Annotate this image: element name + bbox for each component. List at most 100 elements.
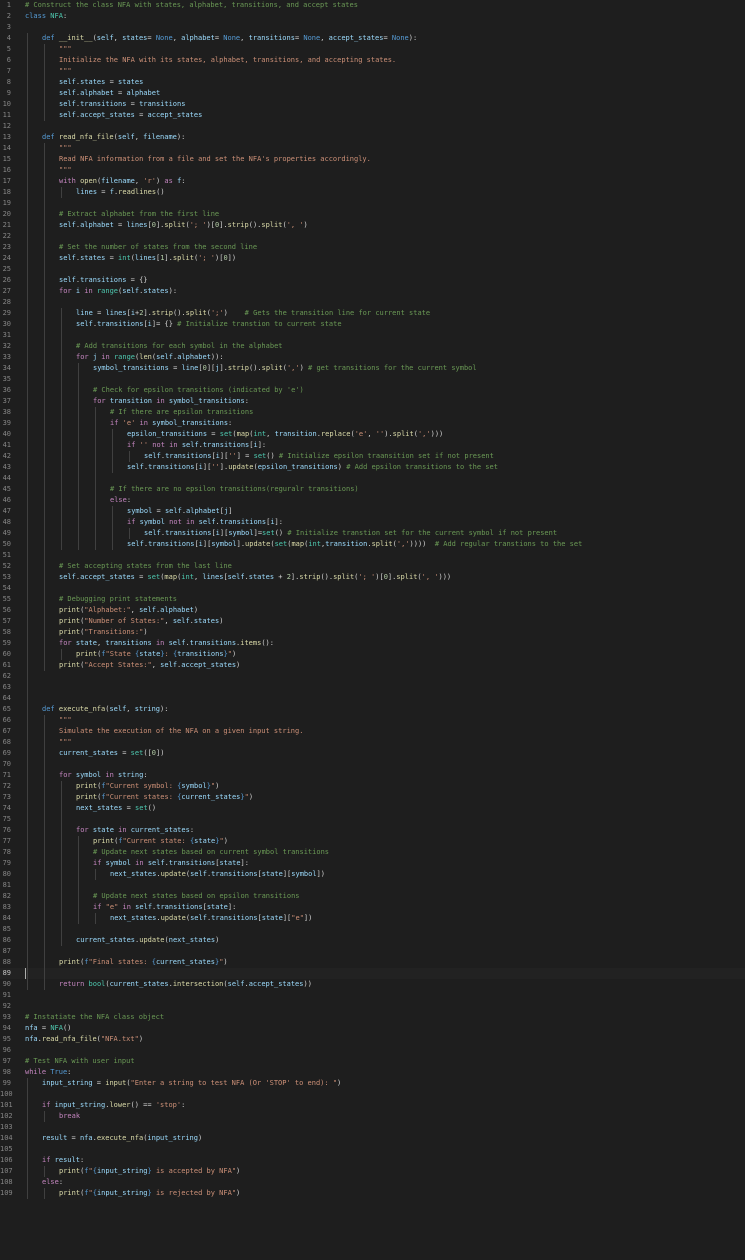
code-line[interactable]: 59 for state, transitions in self.transit…: [0, 638, 745, 649]
code-line[interactable]: 51: [0, 550, 745, 561]
code-line[interactable]: 29 line = lines[i+2].strip().split(';') #…: [0, 308, 745, 319]
code-text[interactable]: if 'e' in symbol_transitions:: [110, 418, 232, 429]
code-line[interactable]: 38 # If there are epsilon transitions: [0, 407, 745, 418]
code-text[interactable]: result = nfa.execute_nfa(input_string): [42, 1133, 202, 1144]
code-line[interactable]: 86 current_states.update(next_states): [0, 935, 745, 946]
code-text[interactable]: symbol_transitions = line[0][j].strip().…: [93, 363, 477, 374]
code-text[interactable]: self.transitions[i][''] = set() # Initia…: [144, 451, 494, 462]
code-line[interactable]: 26 self.transitions = {}: [0, 275, 745, 286]
code-line[interactable]: 63: [0, 682, 745, 693]
code-text[interactable]: nfa.read_nfa_file("NFA.txt"): [25, 1034, 143, 1045]
code-line[interactable]: 21 self.alphabet = lines[0].split('; ')[0…: [0, 220, 745, 231]
code-text[interactable]: print("Transitions:"): [59, 627, 148, 638]
code-text[interactable]: self.alphabet = alphabet: [59, 88, 160, 99]
code-line[interactable]: 62: [0, 671, 745, 682]
code-text[interactable]: input_string = input("Enter a string to …: [42, 1078, 341, 1089]
code-line[interactable]: 60 print(f"State {state}: {transitions}"): [0, 649, 745, 660]
code-text[interactable]: current_states = set([0]): [59, 748, 164, 759]
code-text[interactable]: for transition in symbol_transitions:: [93, 396, 249, 407]
code-text[interactable]: # Test NFA with user input: [25, 1056, 135, 1067]
code-text[interactable]: self.alphabet = lines[0].split('; ')[0].…: [59, 220, 308, 231]
code-line[interactable]: 44: [0, 473, 745, 484]
code-line[interactable]: 88 print(f"Final states: {current_states}…: [0, 957, 745, 968]
code-line[interactable]: 101 if input_string.lower() == 'stop':: [0, 1100, 745, 1111]
code-line[interactable]: 7 """: [0, 66, 745, 77]
code-line[interactable]: 95 nfa.read_nfa_file("NFA.txt"): [0, 1034, 745, 1045]
code-text[interactable]: print(f"State {state}: {transitions}"): [76, 649, 236, 660]
code-text[interactable]: line = lines[i+2].strip().split(';') # G…: [76, 308, 430, 319]
code-line[interactable]: 89: [0, 968, 745, 979]
code-line[interactable]: 5 """: [0, 44, 745, 55]
code-line[interactable]: 105: [0, 1144, 745, 1155]
code-line[interactable]: 22: [0, 231, 745, 242]
code-text[interactable]: # Extract alphabet from the first line: [59, 209, 219, 220]
code-line[interactable]: 68 """: [0, 737, 745, 748]
code-text[interactable]: next_states.update(self.transitions[stat…: [110, 913, 312, 924]
code-text[interactable]: for state in current_states:: [76, 825, 194, 836]
code-line[interactable]: 58 print("Transitions:"): [0, 627, 745, 638]
code-line[interactable]: 4 def __init__(self, states= None, alphab…: [0, 33, 745, 44]
code-line[interactable]: 57 print("Number of States:", self.states…: [0, 616, 745, 627]
code-text[interactable]: next_states.update(self.transitions[stat…: [110, 869, 325, 880]
code-line[interactable]: 109 print(f"{input_string} is rejected by…: [0, 1188, 745, 1199]
code-text[interactable]: self.accept_states = set(map(int, lines[…: [59, 572, 451, 583]
code-text[interactable]: print("Alphabet:", self.alphabet): [59, 605, 198, 616]
code-text[interactable]: """: [59, 143, 72, 154]
code-text[interactable]: next_states = set(): [76, 803, 156, 814]
code-text[interactable]: current_states.update(next_states): [76, 935, 219, 946]
code-line[interactable]: 74 next_states = set(): [0, 803, 745, 814]
code-line[interactable]: 9 self.alphabet = alphabet: [0, 88, 745, 99]
code-line[interactable]: 85: [0, 924, 745, 935]
code-line[interactable]: 69 current_states = set([0]): [0, 748, 745, 759]
code-line[interactable]: 87: [0, 946, 745, 957]
code-line[interactable]: 24 self.states = int(lines[1].split('; ')…: [0, 253, 745, 264]
code-text[interactable]: # If there are epsilon transitions: [110, 407, 253, 418]
code-line[interactable]: 81: [0, 880, 745, 891]
code-text[interactable]: for i in range(self.states):: [59, 286, 177, 297]
code-line[interactable]: 11 self.accept_states = accept_states: [0, 110, 745, 121]
code-text[interactable]: # Add transitions for each symbol in the…: [76, 341, 283, 352]
code-line[interactable]: 46 else:: [0, 495, 745, 506]
code-text[interactable]: Initialize the NFA with its states, alph…: [59, 55, 396, 66]
code-text[interactable]: # If there are no epsilon transitions(re…: [110, 484, 359, 495]
code-text[interactable]: self.transitions[i][''].update(epsilon_t…: [127, 462, 498, 473]
code-text[interactable]: """: [59, 715, 72, 726]
code-line[interactable]: 25: [0, 264, 745, 275]
code-text[interactable]: self.transitions[i][symbol].update(set(m…: [127, 539, 582, 550]
code-line[interactable]: 108 else:: [0, 1177, 745, 1188]
code-text[interactable]: self.states = states: [59, 77, 143, 88]
code-line[interactable]: 71 for symbol in string:: [0, 770, 745, 781]
code-line[interactable]: 90 return bool(current_states.intersectio…: [0, 979, 745, 990]
code-text[interactable]: if input_string.lower() == 'stop':: [42, 1100, 185, 1111]
code-line[interactable]: 82 # Update next states based on epsilon …: [0, 891, 745, 902]
code-line[interactable]: 80 next_states.update(self.transitions[st…: [0, 869, 745, 880]
code-line[interactable]: 1 # Construct the class NFA with states, …: [0, 0, 745, 11]
code-line[interactable]: 18 lines = f.readlines(): [0, 187, 745, 198]
code-text[interactable]: else:: [42, 1177, 63, 1188]
code-line[interactable]: 106 if result:: [0, 1155, 745, 1166]
code-line[interactable]: 14 """: [0, 143, 745, 154]
code-line[interactable]: 52 # Set accepting states from the last l…: [0, 561, 745, 572]
code-line[interactable]: 20 # Extract alphabet from the first line: [0, 209, 745, 220]
code-line[interactable]: 53 self.accept_states = set(map(int, line…: [0, 572, 745, 583]
code-line[interactable]: 83 if "e" in self.transitions[state]:: [0, 902, 745, 913]
code-text[interactable]: for j in range(len(self.alphabet)):: [76, 352, 224, 363]
code-text[interactable]: if symbol not in self.transitions[i]:: [127, 517, 283, 528]
code-line[interactable]: 77 print(f"Current state: {state}"): [0, 836, 745, 847]
code-line[interactable]: 2 class NFA:: [0, 11, 745, 22]
code-text[interactable]: print("Accept States:", self.accept_stat…: [59, 660, 240, 671]
code-line[interactable]: 31: [0, 330, 745, 341]
code-line[interactable]: 91: [0, 990, 745, 1001]
code-text[interactable]: def __init__(self, states= None, alphabe…: [42, 33, 417, 44]
code-text[interactable]: print(f"{input_string} is accepted by NF…: [59, 1166, 240, 1177]
code-text[interactable]: if result:: [42, 1155, 84, 1166]
code-text[interactable]: Simulate the execution of the NFA on a g…: [59, 726, 303, 737]
code-line[interactable]: 10 self.transitions = transitions: [0, 99, 745, 110]
code-text[interactable]: print(f"Current symbol: {symbol}"): [76, 781, 219, 792]
code-line[interactable]: 103: [0, 1122, 745, 1133]
code-line[interactable]: 107 print(f"{input_string} is accepted by…: [0, 1166, 745, 1177]
code-line[interactable]: 36 # Check for epsilon transitions (indic…: [0, 385, 745, 396]
code-line[interactable]: 15 Read NFA information from a file and s…: [0, 154, 745, 165]
code-text[interactable]: lines = f.readlines(): [76, 187, 165, 198]
code-line[interactable]: 99 input_string = input("Enter a string t…: [0, 1078, 745, 1089]
